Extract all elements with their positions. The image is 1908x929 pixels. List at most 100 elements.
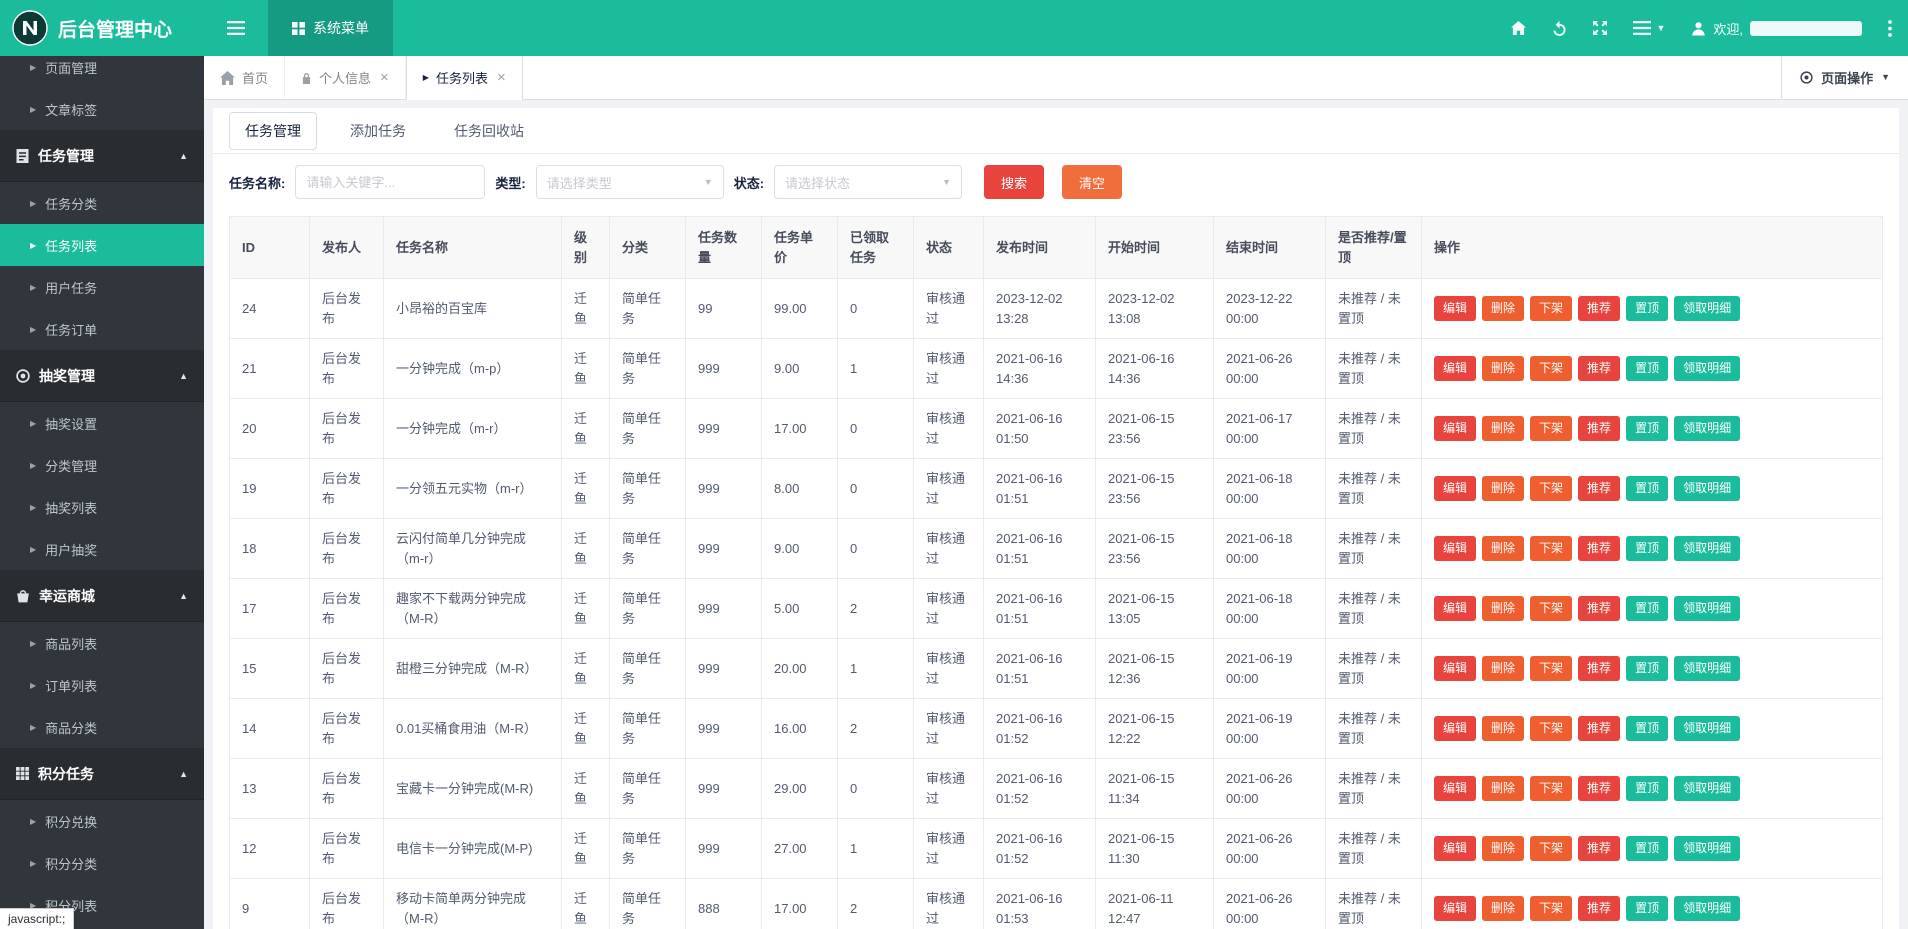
pin-top-button[interactable]: 置顶 [1626, 656, 1668, 680]
take-down-button[interactable]: 下架 [1530, 716, 1572, 740]
delete-button[interactable]: 删除 [1482, 716, 1524, 740]
search-button[interactable]: 搜索 [984, 165, 1044, 199]
claim-details-button[interactable]: 领取明细 [1674, 536, 1740, 560]
sidebar-item-goods-list[interactable]: ▶商品列表 [0, 622, 204, 664]
recommend-button[interactable]: 推荐 [1578, 716, 1620, 740]
recommend-button[interactable]: 推荐 [1578, 896, 1620, 920]
pin-top-button[interactable]: 置顶 [1626, 416, 1668, 440]
tab-add-task[interactable]: 添加任务 [335, 113, 421, 149]
status-select[interactable]: 请选择状态 ▼ [774, 165, 962, 199]
task-name-input[interactable] [295, 165, 485, 199]
edit-button[interactable]: 编辑 [1434, 896, 1476, 920]
recommend-button[interactable]: 推荐 [1578, 776, 1620, 800]
claim-details-button[interactable]: 领取明细 [1674, 896, 1740, 920]
take-down-button[interactable]: 下架 [1530, 656, 1572, 680]
recommend-button[interactable]: 推荐 [1578, 656, 1620, 680]
page-actions-button[interactable]: 页面操作 ▼ [1781, 56, 1908, 99]
sidebar-item-lucky-mall[interactable]: 幸运商城▲ [0, 570, 204, 622]
delete-button[interactable]: 删除 [1482, 776, 1524, 800]
edit-button[interactable]: 编辑 [1434, 716, 1476, 740]
sidebar-item-points-tasks[interactable]: 积分任务▲ [0, 748, 204, 800]
close-tab-icon[interactable]: × [497, 69, 506, 86]
clear-button[interactable]: 清空 [1062, 165, 1122, 199]
sidebar-item-task-orders[interactable]: ▶任务订单 [0, 308, 204, 350]
take-down-button[interactable]: 下架 [1530, 536, 1572, 560]
breadcrumb-tab-home[interactable]: 首页 [204, 56, 285, 99]
breadcrumb-tab-task-list[interactable]: ▶任务列表× [406, 56, 523, 100]
claim-details-button[interactable]: 领取明细 [1674, 656, 1740, 680]
delete-button[interactable]: 删除 [1482, 836, 1524, 860]
sidebar-item-task-list[interactable]: ▶任务列表 [0, 224, 204, 266]
edit-button[interactable]: 编辑 [1434, 536, 1476, 560]
tab-system-menu[interactable]: 系统菜单 [268, 0, 393, 56]
delete-button[interactable]: 删除 [1482, 356, 1524, 380]
edit-button[interactable]: 编辑 [1434, 596, 1476, 620]
tab-task-recycle[interactable]: 任务回收站 [439, 113, 539, 149]
delete-button[interactable]: 删除 [1482, 296, 1524, 320]
sidebar-item-user-lottery[interactable]: ▶用户抽奖 [0, 528, 204, 570]
claim-details-button[interactable]: 领取明细 [1674, 296, 1740, 320]
take-down-button[interactable]: 下架 [1530, 416, 1572, 440]
sidebar-item-user-tasks[interactable]: ▶用户任务 [0, 266, 204, 308]
recommend-button[interactable]: 推荐 [1578, 296, 1620, 320]
take-down-button[interactable]: 下架 [1530, 896, 1572, 920]
pin-top-button[interactable]: 置顶 [1626, 716, 1668, 740]
sidebar-item-points-exchange[interactable]: ▶积分兑换 [0, 800, 204, 842]
edit-button[interactable]: 编辑 [1434, 416, 1476, 440]
claim-details-button[interactable]: 领取明细 [1674, 836, 1740, 860]
delete-button[interactable]: 删除 [1482, 536, 1524, 560]
edit-button[interactable]: 编辑 [1434, 836, 1476, 860]
recommend-button[interactable]: 推荐 [1578, 416, 1620, 440]
claim-details-button[interactable]: 领取明细 [1674, 596, 1740, 620]
user-menu[interactable]: 欢迎, [1691, 19, 1862, 38]
recommend-button[interactable]: 推荐 [1578, 536, 1620, 560]
claim-details-button[interactable]: 领取明细 [1674, 716, 1740, 740]
sidebar-item-points-category[interactable]: ▶积分分类 [0, 842, 204, 884]
sidebar-item-article-tags[interactable]: ▶文章标签 [0, 88, 204, 130]
claim-details-button[interactable]: 领取明细 [1674, 776, 1740, 800]
pin-top-button[interactable]: 置顶 [1626, 596, 1668, 620]
pin-top-button[interactable]: 置顶 [1626, 296, 1668, 320]
sidebar-item-task-category[interactable]: ▶任务分类 [0, 182, 204, 224]
sidebar-item-goods-category[interactable]: ▶商品分类 [0, 706, 204, 748]
close-tab-icon[interactable]: × [380, 69, 389, 86]
delete-button[interactable]: 删除 [1482, 596, 1524, 620]
sidebar-item-lottery-list[interactable]: ▶抽奖列表 [0, 486, 204, 528]
sidebar-item-lottery-settings[interactable]: ▶抽奖设置 [0, 402, 204, 444]
refresh-icon[interactable] [1552, 21, 1567, 36]
sidebar-item-category-manage[interactable]: ▶分类管理 [0, 444, 204, 486]
recommend-button[interactable]: 推荐 [1578, 596, 1620, 620]
more-options-icon[interactable] [1888, 20, 1892, 37]
claim-details-button[interactable]: 领取明细 [1674, 476, 1740, 500]
sidebar-item-page-manage[interactable]: ▶页面管理 [0, 56, 204, 88]
edit-button[interactable]: 编辑 [1434, 356, 1476, 380]
sidebar-item-order-list[interactable]: ▶订单列表 [0, 664, 204, 706]
pin-top-button[interactable]: 置顶 [1626, 356, 1668, 380]
delete-button[interactable]: 删除 [1482, 896, 1524, 920]
pin-top-button[interactable]: 置顶 [1626, 476, 1668, 500]
edit-button[interactable]: 编辑 [1434, 776, 1476, 800]
edit-button[interactable]: 编辑 [1434, 656, 1476, 680]
recommend-button[interactable]: 推荐 [1578, 836, 1620, 860]
type-select[interactable]: 请选择类型 ▼ [536, 165, 724, 199]
take-down-button[interactable]: 下架 [1530, 476, 1572, 500]
take-down-button[interactable]: 下架 [1530, 296, 1572, 320]
take-down-button[interactable]: 下架 [1530, 356, 1572, 380]
take-down-button[interactable]: 下架 [1530, 776, 1572, 800]
recommend-button[interactable]: 推荐 [1578, 356, 1620, 380]
recommend-button[interactable]: 推荐 [1578, 476, 1620, 500]
pin-top-button[interactable]: 置顶 [1626, 836, 1668, 860]
edit-button[interactable]: 编辑 [1434, 296, 1476, 320]
pin-top-button[interactable]: 置顶 [1626, 896, 1668, 920]
delete-button[interactable]: 删除 [1482, 656, 1524, 680]
delete-button[interactable]: 删除 [1482, 416, 1524, 440]
pin-top-button[interactable]: 置顶 [1626, 776, 1668, 800]
sidebar-toggle-button[interactable] [204, 0, 268, 56]
sidebar-item-lottery-manage[interactable]: 抽奖管理▲ [0, 350, 204, 402]
breadcrumb-tab-profile[interactable]: 个人信息× [285, 56, 406, 99]
tab-task-manage[interactable]: 任务管理 [229, 112, 317, 150]
delete-button[interactable]: 删除 [1482, 476, 1524, 500]
pin-top-button[interactable]: 置顶 [1626, 536, 1668, 560]
fullscreen-icon[interactable] [1593, 21, 1607, 35]
layout-menu-button[interactable]: ▼ [1633, 21, 1665, 35]
